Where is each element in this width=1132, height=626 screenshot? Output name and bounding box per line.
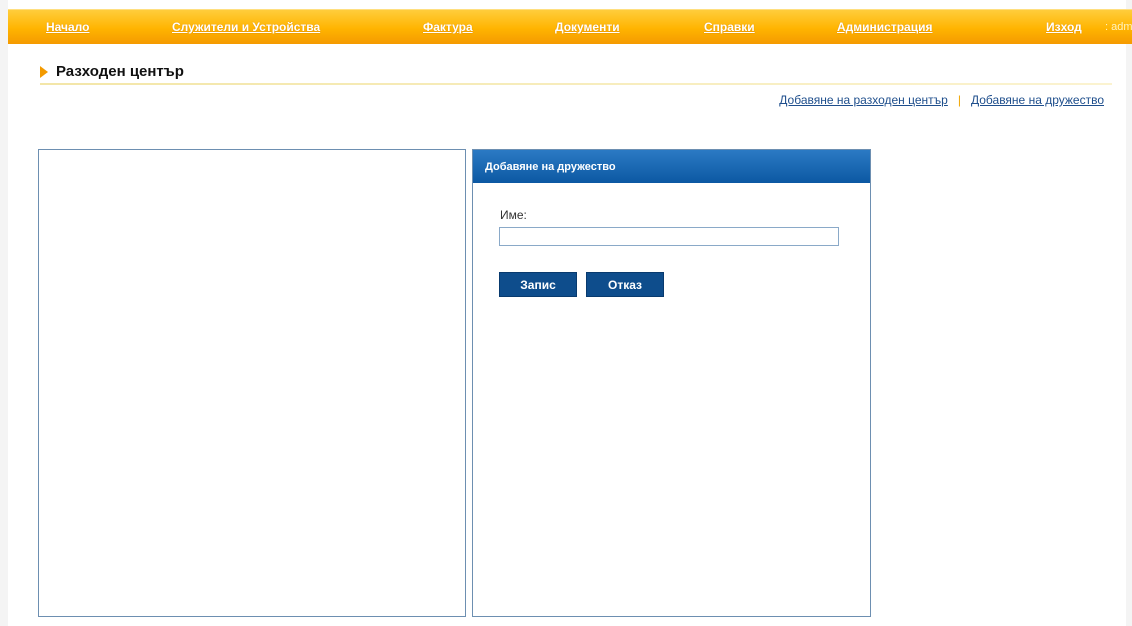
page-actions: Добавяне на разходен център | Добавяне на … (779, 93, 1104, 107)
window-left-edge (0, 0, 8, 626)
add-company-link[interactable]: Добавяне на дружество (971, 93, 1104, 107)
orange-arrow-icon (40, 66, 48, 78)
nav-link-employees-devices[interactable]: Служители и Устройства (172, 20, 320, 34)
add-cost-center-link[interactable]: Добавяне на разходен център (779, 93, 948, 107)
nav-link-logout[interactable]: Изход (1046, 20, 1082, 34)
action-separator: | (957, 93, 961, 107)
page-header: Разходен център (40, 63, 1112, 83)
window-right-edge (1126, 0, 1132, 626)
nav-link-home[interactable]: Начало (46, 20, 89, 34)
add-company-panel: Добавяне на дружество Име: Запис Отказ (472, 149, 871, 617)
page-title: Разходен център (56, 63, 184, 80)
cancel-button[interactable]: Отказ (586, 272, 664, 297)
nav-link-documents[interactable]: Документи (555, 20, 620, 34)
header-divider (40, 83, 1112, 85)
name-label: Име: (500, 208, 527, 222)
nav-link-invoice[interactable]: Фактура (423, 20, 473, 34)
save-button[interactable]: Запис (499, 272, 577, 297)
cost-center-tree-panel (38, 149, 466, 617)
top-navigation-bar: Начало Служители и Устройства Фактура До… (8, 9, 1132, 44)
nav-link-reports[interactable]: Справки (704, 20, 755, 34)
logged-user-text: : adm (1105, 21, 1132, 33)
nav-link-administration[interactable]: Администрация (837, 20, 932, 34)
company-name-input[interactable] (499, 227, 839, 246)
panel-title: Добавяне на дружество (473, 150, 870, 183)
